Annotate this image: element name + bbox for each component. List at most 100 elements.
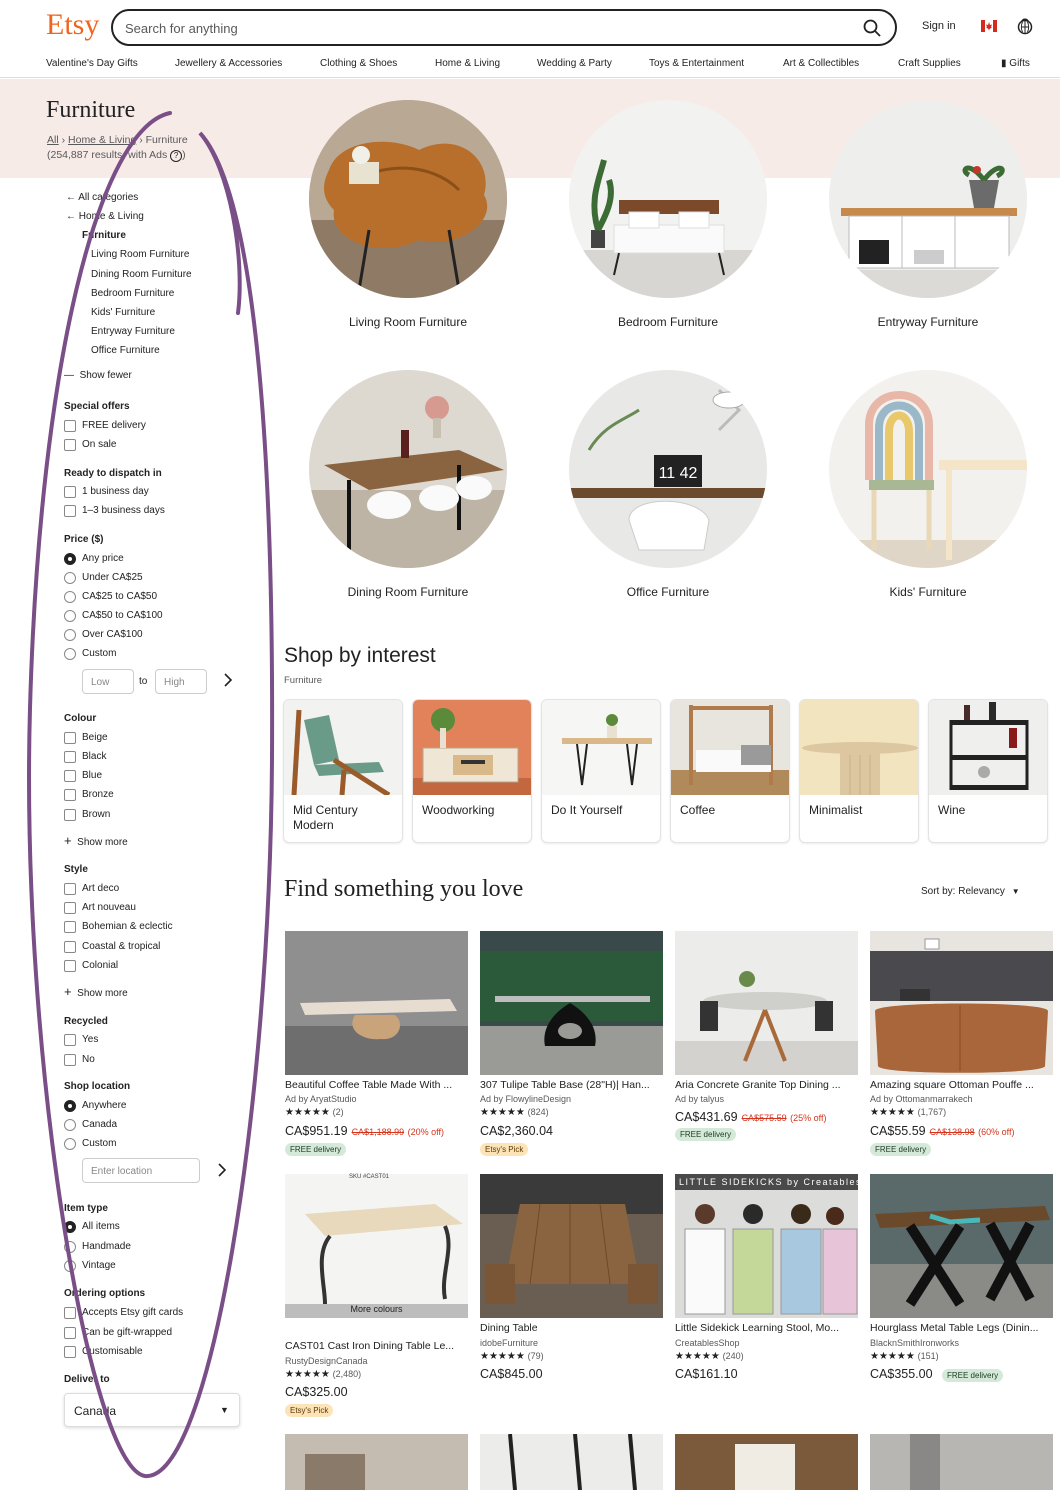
listing-rating: ★★★★★ (151) [870,1351,939,1362]
circle-label[interactable]: Entryway Furniture [798,315,1058,329]
listing-rating: ★★★★★ (240) [675,1351,744,1362]
interest-label: Wine [938,803,966,817]
kids-image[interactable] [829,370,1027,568]
interest-card[interactable]: Mid Century Modern [283,699,403,843]
canada-flag-icon[interactable] [981,19,997,33]
listing-shop: BlacknSmithIronworks [870,1338,960,1348]
listing-image[interactable] [675,931,858,1075]
listing-card[interactable]: LITTLE SIDEKICKS by Creatables Little Si… [675,1174,861,1404]
interest-card[interactable]: Woodworking [412,699,532,843]
listing-image[interactable] [285,1174,468,1318]
listing-price: CA$845.00 [480,1367,543,1381]
listing-card[interactable]: 307 Tulipe Table Base (28"H)| Han... Ad … [480,931,663,1161]
entryway-image[interactable] [829,100,1027,298]
listing-image[interactable] [480,1174,663,1318]
etsys-pick-badge: Etsy's Pick [480,1143,529,1156]
gifts-label: Gifts [1009,58,1030,69]
category-link[interactable]: Valentine's Day Gifts [46,58,138,69]
listing-card[interactable]: Beautiful Coffee Table Made With ... Ad … [285,931,468,1161]
listing-image[interactable] [480,1434,663,1490]
sign-in-link[interactable]: Sign in [922,20,956,32]
basket-icon[interactable] [1017,17,1033,40]
circle-label[interactable]: Dining Room Furniture [278,585,538,599]
gift-icon: ▮ [1001,58,1007,69]
listing-shop: RustyDesignCanada [285,1356,368,1366]
more-colours-label[interactable]: More colours [285,1304,468,1314]
listing-card[interactable]: More colours SKU #CAST01 CAST01 Cast Iro… [285,1174,468,1419]
office-image[interactable]: 11 42 [569,370,767,568]
listing-shop: Ad by FlowylineDesign [480,1094,572,1104]
living-room-image[interactable] [309,100,507,298]
listing-image[interactable] [675,1174,858,1318]
etsys-pick-badge: Etsy's Pick [285,1404,334,1417]
listing-shop: Ad by Ottomanmarrakech [870,1094,973,1104]
circle-label[interactable]: Office Furniture [538,585,798,599]
listing-price: CA$161.10 [675,1367,738,1381]
category-link[interactable]: Wedding & Party [537,58,612,69]
listing-price: CA$55.59 CA$138.98 (60% off) [870,1124,1015,1138]
listing-title[interactable]: Hourglass Metal Table Legs (Dinin... [870,1322,1050,1334]
listing-card[interactable]: Hourglass Metal Table Legs (Dinin... Bla… [870,1174,1053,1404]
listing-price: CA$2,360.04 [480,1124,553,1138]
listing-shop: idobeFurniture [480,1338,539,1348]
listing-title[interactable]: Beautiful Coffee Table Made With ... [285,1079,465,1091]
category-link[interactable]: Clothing & Shoes [320,58,397,69]
listing-title[interactable]: 307 Tulipe Table Base (28"H)| Han... [480,1079,660,1091]
listing-title[interactable]: Little Sidekick Learning Stool, Mo... [675,1322,855,1334]
listing-rating: ★★★★★ (1,767) [870,1107,947,1118]
etsy-logo[interactable]: Etsy [46,8,99,42]
listing-image[interactable] [870,1434,1053,1490]
listing-title[interactable]: CAST01 Cast Iron Dining Table Le... [285,1340,465,1352]
bedroom-image[interactable] [569,100,767,298]
free-delivery-badge: FREE delivery [285,1143,347,1156]
listing-image[interactable] [870,931,1053,1075]
dining-room-image[interactable] [309,370,507,568]
free-delivery-badge: FREE delivery [870,1143,932,1156]
search-icon[interactable] [863,19,881,42]
category-link[interactable]: Toys & Entertainment [649,58,744,69]
image-banner-text: LITTLE SIDEKICKS by Creatables [679,1177,863,1187]
category-link[interactable]: Craft Supplies [898,58,961,69]
listing-image[interactable] [285,931,468,1075]
free-delivery-badge: FREE delivery [942,1369,1004,1382]
interest-card[interactable]: Minimalist [799,699,919,843]
listing-price: CA$325.00 [285,1385,348,1399]
listing-shop: Ad by AryatStudio [285,1094,357,1104]
listing-card[interactable]: Dining Table idobeFurniture ★★★★★ (79) C… [480,1174,663,1404]
interest-card[interactable]: Coffee [670,699,790,843]
listing-image[interactable] [675,1434,858,1490]
listing-image[interactable] [870,1174,1053,1318]
listing-title[interactable]: Aria Concrete Granite Top Dining ... [675,1079,855,1091]
listing-shop: Ad by talyus [675,1094,725,1104]
category-nav: Valentine's Day Gifts Jewellery & Access… [0,56,1060,78]
listing-rating: ★★★★★ (2,480) [285,1369,362,1380]
sku-label: SKU #CAST01 [349,1174,390,1180]
listing-title[interactable]: Dining Table [480,1322,660,1334]
interest-card[interactable]: Do It Yourself [541,699,661,843]
circle-label[interactable]: Kids' Furniture [798,585,1058,599]
search-bar[interactable] [111,9,897,46]
category-link[interactable]: Home & Living [435,58,500,69]
listing-price: CA$951.19 CA$1,188.99 (20% off) [285,1124,444,1138]
category-link[interactable]: Jewellery & Accessories [175,58,282,69]
free-delivery-badge: FREE delivery [675,1128,737,1141]
interest-card[interactable]: Wine [928,699,1048,843]
listing-title[interactable]: Amazing square Ottoman Pouffe ... [870,1079,1050,1091]
listings-title: Find something you love [284,876,524,902]
caret-down-icon: ▼ [1011,887,1020,896]
circle-label[interactable]: Living Room Furniture [278,315,538,329]
listing-image[interactable] [285,1434,468,1490]
listing-card[interactable]: Amazing square Ottoman Pouffe ... Ad by … [870,931,1053,1161]
circle-label[interactable]: Bedroom Furniture [538,315,798,329]
search-input[interactable] [125,18,825,38]
gifts-link[interactable]: ▮ Gifts [1001,58,1030,69]
interest-label: Woodworking [422,803,495,817]
listing-price: CA$431.69 CA$575.59 (25% off) [675,1110,827,1124]
listing-card[interactable]: Aria Concrete Granite Top Dining ... Ad … [675,931,858,1161]
category-link[interactable]: Art & Collectibles [783,58,859,69]
sort-dropdown[interactable]: Sort by: Relevancy ▼ [921,886,1020,897]
interest-label: Mid Century Modern [293,803,358,832]
svg-text:11 42: 11 42 [659,465,698,482]
listing-image[interactable] [480,931,663,1075]
interest-title: Shop by interest [284,644,436,667]
